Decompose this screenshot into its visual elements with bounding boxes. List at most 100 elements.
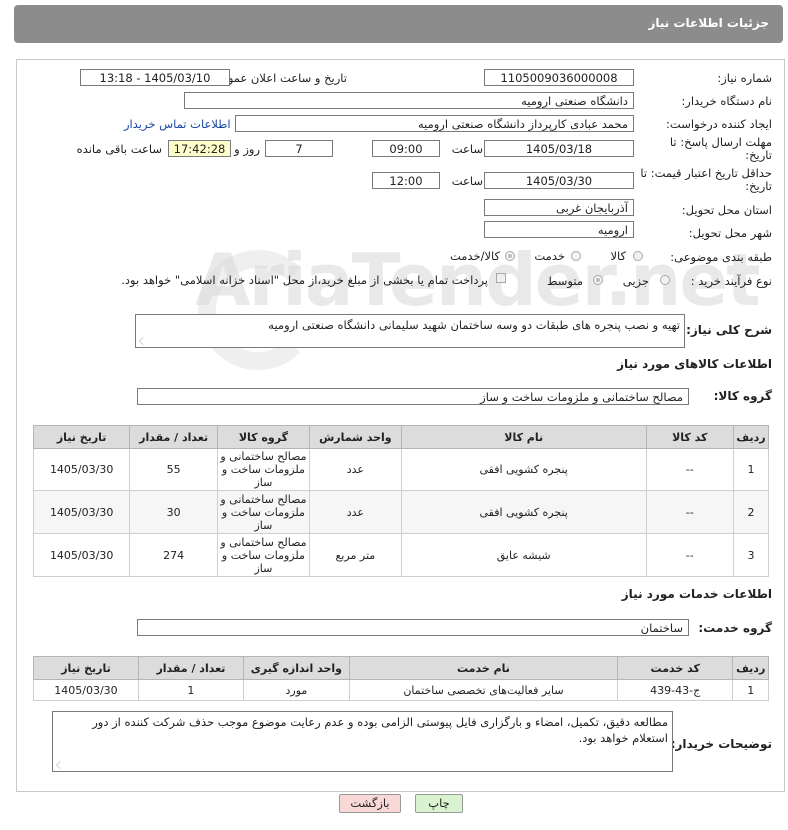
goods-col-date: تاریخ نیاز [32, 425, 131, 449]
buyer-org-field: دانشگاه صنعتی ارومیه [184, 92, 634, 109]
services-cell-date: 1405/03/30 [33, 679, 139, 701]
category-option-goods-service: کالا/خدمت [449, 249, 500, 263]
buyer-org-label: نام دستگاه خریدار: [681, 94, 772, 108]
category-radio-service[interactable] [571, 251, 581, 261]
remaining-word: ساعت باقی مانده [76, 142, 162, 156]
goods-col-unit: واحد شمارش [308, 425, 402, 449]
remaining-time-field: 17:42:28 [168, 140, 231, 157]
services-col-code: کد خدمت [617, 656, 734, 680]
goods-cell-code: -- [645, 490, 734, 534]
page-header: جزئیات اطلاعات نیاز [14, 5, 783, 43]
send-time-field: 09:00 [372, 140, 440, 157]
days-word: روز و [234, 142, 260, 156]
services-cell-code: ج-43-439 [617, 679, 734, 701]
goods-col-code: کد کالا [645, 425, 734, 449]
price-time-field: 12:00 [372, 172, 440, 189]
category-label: طبقه بندی موضوعی: [670, 250, 772, 264]
services-col-date: تاریخ نیاز [33, 656, 139, 680]
goods-cell-code: -- [645, 533, 734, 577]
goods-col-qty: تعداد / مقدار [129, 425, 218, 449]
goods-cell-idx: 3 [732, 533, 770, 577]
goods-table: تاریخ نیاز تعداد / مقدار گروه کالا واحد … [32, 425, 770, 577]
goods-cell-name: پنجره کشویی افقی [400, 490, 647, 534]
table-row: 1405/03/30 55 مصالح ساختمانی و ملزومات س… [32, 448, 770, 491]
goods-table-header: تاریخ نیاز تعداد / مقدار گروه کالا واحد … [32, 425, 770, 449]
send-time-word: ساعت [451, 142, 483, 156]
services-cell-idx: 1 [732, 679, 769, 701]
category-option-goods: کالا [610, 249, 626, 263]
goods-cell-qty: 55 [129, 448, 218, 491]
services-table-header: تاریخ نیاز تعداد / مقدار واحد اندازه گیر… [33, 656, 769, 680]
description-textarea: تهیه و نصب پنجره های طبقات دو وسه ساختما… [135, 314, 685, 348]
goods-group-label: گروه کالا: [713, 389, 772, 403]
goods-cell-date: 1405/03/30 [32, 490, 131, 534]
send-date-field: 1405/03/18 [484, 140, 634, 157]
goods-cell-code: -- [645, 448, 734, 491]
category-radio-goods[interactable] [633, 251, 643, 261]
services-cell-qty: 1 [137, 679, 244, 701]
province-label: استان محل تحویل: [681, 203, 772, 217]
city-label: شهر محل تحویل: [688, 226, 772, 240]
services-cell-name: سایر فعالیت‌های تخصصی ساختمان [348, 679, 619, 701]
category-option-service: خدمت [534, 249, 565, 263]
description-text: تهیه و نصب پنجره های طبقات دو وسه ساختما… [268, 318, 680, 332]
need-number-field: 1105009036000008 [484, 69, 634, 86]
province-field: آذربایجان غربی [484, 199, 634, 216]
buyer-notes-label: توضیحات خریدار: [670, 737, 772, 751]
goods-cell-date: 1405/03/30 [32, 448, 131, 491]
back-button[interactable]: بازگشت [339, 794, 401, 813]
goods-group-field: مصالح ساختمانی و ملزومات ساخت و ساز [137, 388, 689, 405]
services-col-idx: ردیف [732, 656, 769, 680]
category-radio-goods-service[interactable] [505, 251, 515, 261]
goods-col-group: گروه کالا [216, 425, 310, 449]
resize-grip-icon[interactable] [56, 761, 64, 769]
need-number-label: شماره نیاز: [717, 71, 772, 85]
goods-cell-idx: 2 [732, 490, 770, 534]
price-time-word: ساعت [451, 174, 483, 188]
services-cell-unit: مورد [242, 679, 350, 701]
print-button[interactable]: چاپ [415, 794, 463, 813]
table-row: 1405/03/30 30 مصالح ساختمانی و ملزومات س… [32, 490, 770, 534]
price-validity-label: حداقل تاریخ اعتبار قیمت: تا تاریخ: [640, 166, 772, 193]
goods-cell-unit: عدد [308, 490, 402, 534]
goods-col-name: نام کالا [400, 425, 647, 449]
resize-grip-icon[interactable] [139, 337, 147, 345]
process-option-minor: جزیی [622, 274, 649, 288]
goods-cell-group: مصالح ساختمانی و ملزومات ساخت و ساز [216, 448, 310, 491]
goods-cell-qty: 30 [129, 490, 218, 534]
buyer-notes-textarea: مطالعه دقیق، تکمیل، امضاء و بارگزاری فای… [52, 711, 673, 772]
services-group-label: گروه خدمت: [698, 621, 772, 635]
city-field: ارومیه [484, 221, 634, 238]
process-label: نوع فرآیند خرید : [690, 274, 772, 288]
goods-col-idx: ردیف [732, 425, 770, 449]
services-table: تاریخ نیاز تعداد / مقدار واحد اندازه گیر… [33, 656, 769, 701]
process-option-medium: متوسط [546, 274, 583, 288]
process-radio-minor[interactable] [660, 275, 670, 285]
treasury-payment-note: پرداخت تمام یا بخشی از مبلغ خرید،از محل … [121, 273, 488, 287]
treasury-payment-checkbox[interactable] [496, 273, 506, 283]
goods-cell-unit: متر مربع [308, 533, 402, 577]
goods-section-title: اطلاعات کالاهای مورد نیاز [617, 357, 772, 371]
description-label: شرح کلی نیاز: [686, 323, 772, 337]
contact-info-link[interactable]: اطلاعات تماس خریدار [124, 117, 231, 131]
services-col-unit: واحد اندازه گیری [242, 656, 350, 680]
goods-cell-date: 1405/03/30 [32, 533, 131, 577]
goods-cell-unit: عدد [308, 448, 402, 491]
days-field: 7 [265, 140, 333, 157]
creator-field: محمد عبادی کارپرداز دانشگاه صنعتی ارومیه [235, 115, 634, 132]
creator-label: ایجاد کننده درخواست: [666, 117, 772, 131]
services-col-qty: تعداد / مقدار [137, 656, 244, 680]
buyer-notes-text: مطالعه دقیق، تکمیل، امضاء و بارگزاری فای… [92, 715, 668, 745]
services-section-title: اطلاعات خدمات مورد نیاز [621, 587, 772, 601]
send-deadline-label: مهلت ارسال پاسخ: تا تاریخ: [669, 135, 772, 162]
process-radio-medium[interactable] [593, 275, 603, 285]
page-title: جزئیات اطلاعات نیاز [648, 16, 769, 30]
announce-field: 1405/03/10 - 13:18 [80, 69, 230, 86]
services-col-name: نام خدمت [348, 656, 619, 680]
goods-cell-name: پنجره کشویی افقی [400, 448, 647, 491]
table-row: 1405/03/30 1 مورد سایر فعالیت‌های تخصصی … [33, 679, 769, 701]
goods-cell-name: شیشه عایق [400, 533, 647, 577]
table-row: 1405/03/30 274 مصالح ساختمانی و ملزومات … [32, 533, 770, 577]
goods-cell-qty: 274 [129, 533, 218, 577]
goods-cell-group: مصالح ساختمانی و ملزومات ساخت و ساز [216, 490, 310, 534]
